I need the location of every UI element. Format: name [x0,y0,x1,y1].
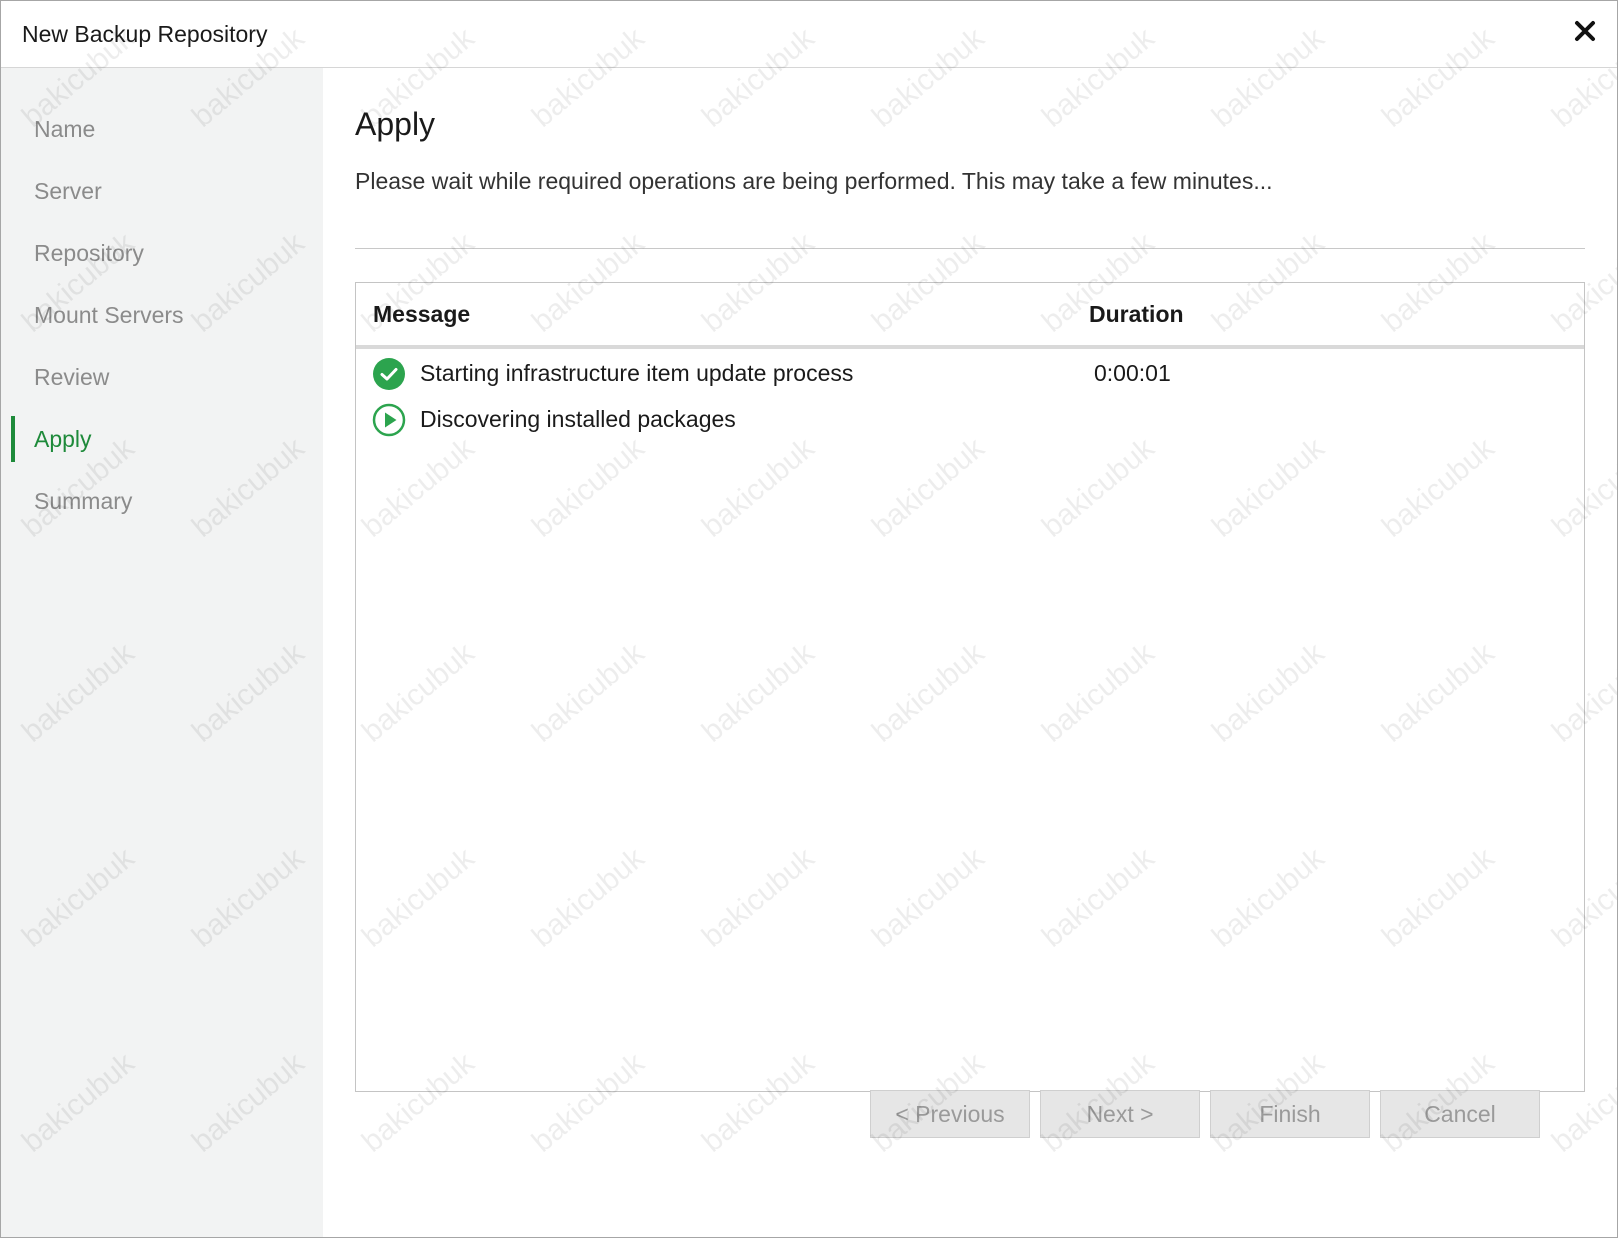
page-title: Apply [355,106,436,142]
step-apply[interactable]: Apply [34,426,92,453]
close-icon [1575,21,1595,41]
window-title: New Backup Repository [22,21,268,47]
log-message: Discovering installed packages [420,406,736,432]
previous-button[interactable]: < Previous [870,1090,1030,1138]
log-row[interactable]: Discovering installed packages [356,397,1584,443]
check-circle-icon [373,358,405,390]
page-description: Please wait while required operations ar… [355,168,1273,194]
log-table-header: Message Duration [356,283,1584,349]
next-button[interactable]: Next > [1040,1090,1200,1138]
operation-log-table[interactable]: Message Duration Starting infrastructure… [355,282,1585,1092]
title-bar: New Backup Repository [1,1,1617,68]
log-row[interactable]: Starting infrastructure item update proc… [356,351,1584,397]
divider [355,248,1585,249]
step-summary[interactable]: Summary [34,488,132,515]
wizard-window: New Backup Repository Name Server Reposi… [0,0,1618,1238]
step-review[interactable]: Review [34,364,109,391]
close-button[interactable] [1567,13,1603,49]
wizard-steps-sidebar: Name Server Repository Mount Servers Rev… [1,68,323,1237]
step-name[interactable]: Name [34,116,95,143]
step-mount-servers[interactable]: Mount Servers [34,302,184,329]
log-message: Starting infrastructure item update proc… [420,360,854,386]
log-duration: 0:00:01 [1094,360,1171,386]
column-header-message[interactable]: Message [373,301,470,328]
column-header-duration[interactable]: Duration [1089,301,1184,328]
step-server[interactable]: Server [34,178,102,205]
main-content: Apply Please wait while required operati… [323,68,1617,1237]
active-step-indicator [11,416,15,462]
step-repository[interactable]: Repository [34,240,144,267]
cancel-button[interactable]: Cancel [1380,1090,1540,1138]
finish-button[interactable]: Finish [1210,1090,1370,1138]
play-circle-icon [372,403,406,437]
